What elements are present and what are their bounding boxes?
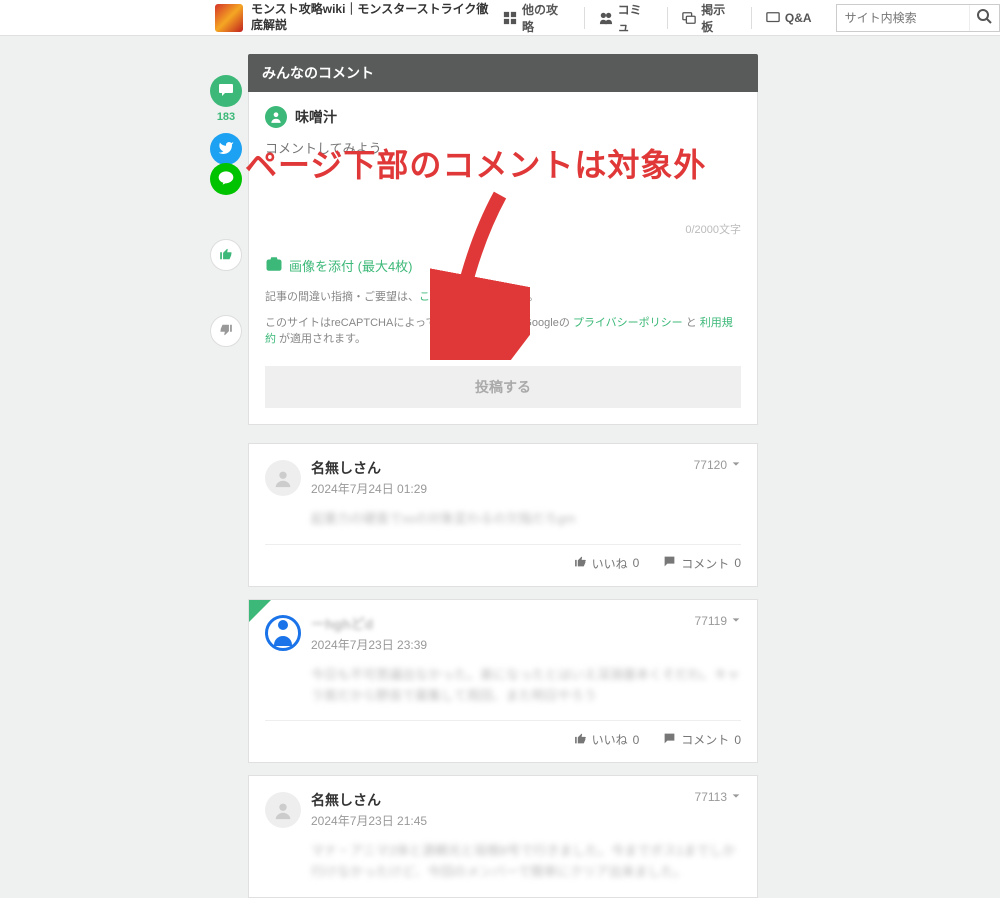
comment-item: ーhghどd 2024年7月23日 23:39 77119 今日も不可思議出なか… xyxy=(248,599,758,764)
line-share-button[interactable] xyxy=(210,163,242,195)
reply-button[interactable]: コメント 0 xyxy=(663,555,741,572)
reply-button[interactable]: コメント 0 xyxy=(663,731,741,748)
thumbs-down-button[interactable] xyxy=(210,315,242,347)
annotation-text: ページ下部のコメントは対象外 xyxy=(245,140,706,186)
nav-label: コミュ xyxy=(618,1,654,35)
nav-board[interactable]: 掲示板 xyxy=(667,7,751,29)
comment-body: 起重力の硬直でssの対象変わるの欠陥だろgm xyxy=(311,509,741,530)
chat-icon xyxy=(682,11,696,25)
submit-comment-button[interactable]: 投稿する xyxy=(265,366,741,408)
commenter-name: 名無しさん xyxy=(311,458,427,478)
speech-bubble-icon xyxy=(218,82,234,101)
comment-item: 名無しさん 2024年7月23日 21:45 77113 マナ・アニマ2体と源頼… xyxy=(248,775,758,898)
user-avatar-icon xyxy=(265,106,287,128)
line-icon xyxy=(218,170,234,189)
camera-icon xyxy=(265,255,283,276)
nav-community[interactable]: コミュ xyxy=(584,7,668,29)
avatar xyxy=(265,792,301,828)
comment-icon xyxy=(663,555,676,571)
comment-head: 名無しさん 2024年7月23日 21:45 xyxy=(265,790,741,829)
thumbs-down-icon xyxy=(219,323,233,340)
search-input[interactable] xyxy=(837,7,969,29)
comment-id-toggle[interactable]: 77120 xyxy=(694,458,741,472)
thumbs-up-button[interactable] xyxy=(210,239,242,271)
qa-icon xyxy=(766,11,780,25)
avatar xyxy=(265,460,301,496)
twitter-icon xyxy=(218,140,234,159)
comment-date: 2024年7月24日 01:29 xyxy=(311,480,427,497)
site-logo-icon xyxy=(215,4,243,32)
comment-head: ーhghどd 2024年7月23日 23:39 xyxy=(265,614,741,653)
social-column: 183 xyxy=(210,75,242,347)
grid-icon xyxy=(503,11,517,25)
chevron-down-icon xyxy=(731,614,741,628)
comment-count: 183 xyxy=(217,111,235,123)
like-button[interactable]: いいね 0 xyxy=(574,555,640,572)
privacy-link[interactable]: プライバシーポリシー xyxy=(573,317,683,329)
annotation-arrow-icon xyxy=(430,190,530,363)
comment-username[interactable]: 味噌汁 xyxy=(295,107,337,127)
nav-links: 他の攻略 コミュ 掲示板 Q&A xyxy=(489,7,826,29)
search-button[interactable] xyxy=(969,5,999,31)
comment-body: マナ・アニマ2体と源頼光と垣根8号で行きました。今までボス1までしか行けなかった… xyxy=(311,841,741,883)
thumbs-up-icon xyxy=(219,247,233,264)
chevron-down-icon xyxy=(731,458,741,472)
site-brand[interactable]: モンスト攻略wiki｜モンスターストライク徹底解説 xyxy=(215,2,489,33)
nav-label: Q&A xyxy=(785,11,812,25)
attach-label: 画像を添付 (最大4枚) xyxy=(289,256,413,275)
comment-footer: いいね 0 コメント 0 xyxy=(265,720,741,748)
comments-section-header: みんなのコメント xyxy=(248,54,758,92)
thumbs-up-icon xyxy=(574,732,587,748)
top-navigation-bar: モンスト攻略wiki｜モンスターストライク徹底解説 他の攻略 コミュ 掲示板 Q… xyxy=(0,0,1000,36)
people-icon xyxy=(599,11,613,25)
comment-id-toggle[interactable]: 77119 xyxy=(695,614,741,628)
magnify-icon xyxy=(976,8,992,27)
comment-item: 名無しさん 2024年7月24日 01:29 77120 起重力の硬直でssの対… xyxy=(248,443,758,587)
comment-icon xyxy=(663,732,676,748)
nav-qa[interactable]: Q&A xyxy=(751,7,826,29)
search-box xyxy=(836,4,1000,32)
commenter-name: 名無しさん xyxy=(311,790,427,810)
comment-form-user-row: 味噌汁 xyxy=(265,106,741,128)
nav-label: 他の攻略 xyxy=(522,1,570,35)
commenter-name: ーhghどd xyxy=(311,614,427,634)
like-button[interactable]: いいね 0 xyxy=(574,731,640,748)
comment-date: 2024年7月23日 21:45 xyxy=(311,812,427,829)
nav-other-strategies[interactable]: 他の攻略 xyxy=(489,7,584,29)
comment-body: 今日も不可思議出なかった。楽になったとはいえ深淵基本くそだわ。キャラ貧だから野良… xyxy=(311,665,741,707)
comment-id-toggle[interactable]: 77113 xyxy=(695,790,741,804)
site-title: モンスト攻略wiki｜モンスターストライク徹底解説 xyxy=(251,2,489,33)
chevron-down-icon xyxy=(731,790,741,804)
comment-footer: いいね 0 コメント 0 xyxy=(265,544,741,572)
twitter-share-button[interactable] xyxy=(210,133,242,165)
comment-head: 名無しさん 2024年7月24日 01:29 xyxy=(265,458,741,497)
comment-date: 2024年7月23日 23:39 xyxy=(311,636,427,653)
comment-count-button[interactable] xyxy=(210,75,242,107)
thumbs-up-icon xyxy=(574,555,587,571)
nav-label: 掲示板 xyxy=(701,1,737,35)
featured-badge-icon xyxy=(249,600,271,622)
